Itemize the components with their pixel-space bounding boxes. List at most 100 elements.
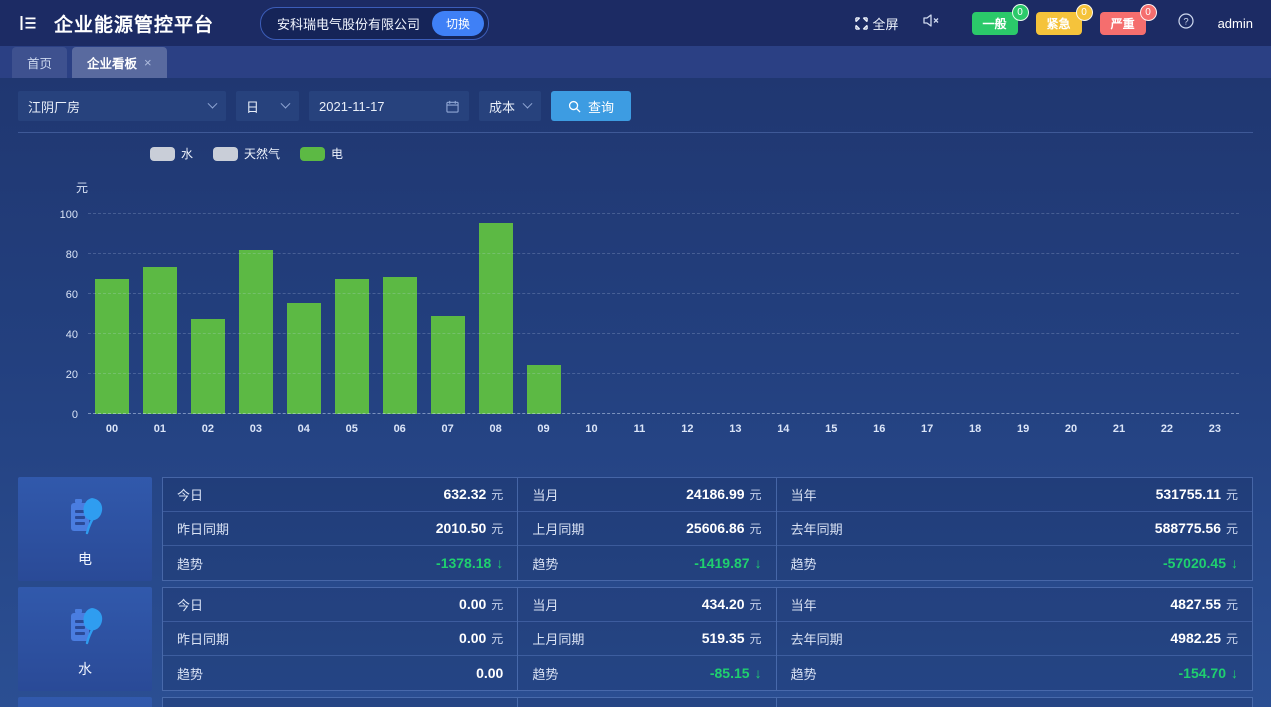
- energy-col: 当月 24186.99 元上月同期25606.86元趋势 -1419.87 ↓: [518, 478, 776, 580]
- legend-swatch: [300, 147, 325, 161]
- query-button[interactable]: 查询: [551, 91, 631, 121]
- y-tick-label: 20: [38, 369, 78, 381]
- chart-legend: 水 天然气 电: [150, 145, 1253, 162]
- mute-icon[interactable]: [923, 13, 940, 33]
- alarm-label: 一般: [983, 17, 1007, 31]
- gridline: [88, 373, 1239, 374]
- tab-bar: 首页 企业看板 ×: [0, 46, 1271, 78]
- metric-value: -57020.45↓: [1163, 555, 1238, 571]
- metric-number: 24186.99: [686, 486, 744, 502]
- metric-unit: 元: [750, 596, 762, 613]
- metric-number: -154.70: [1179, 665, 1226, 681]
- metric-label: 趋势: [177, 664, 203, 683]
- energy-metrics-grid: 今日0.00元昨日同期0.00元趋势0.00当月434.20元上月同期519.3…: [162, 587, 1253, 691]
- metric-cell: 趋势-57020.45↓: [777, 546, 1252, 580]
- gridline: [88, 293, 1239, 294]
- energy-row-水: 水今日0.00元昨日同期0.00元趋势0.00当月434.20元上月同期519.…: [18, 587, 1253, 691]
- switch-company-button[interactable]: 切换: [432, 11, 484, 36]
- bar-05[interactable]: [335, 279, 369, 414]
- metric-label: 去年同期: [791, 629, 843, 648]
- trend-down-icon: ↓: [1231, 665, 1238, 681]
- legend-swatch: [150, 147, 175, 161]
- metric-number: -1419.87: [694, 555, 749, 571]
- metric-label: 当月: [532, 595, 558, 614]
- legend-item-天然气[interactable]: 天然气: [213, 145, 280, 162]
- x-tick-label: 01: [136, 423, 184, 435]
- energy-col: 今日632.32元昨日同期2010.50元趋势-1378.18↓: [163, 478, 518, 580]
- x-tick-label: 09: [520, 423, 568, 435]
- filter-bar: 江阴厂房 日 2021-11-17 成本 查询: [18, 78, 1253, 133]
- metric-unit: 元: [1226, 596, 1238, 613]
- metric-value: 24186.99 元: [686, 486, 761, 503]
- energy-col: 今日0.00元昨日同期0.00元趋势 0.00: [163, 588, 518, 690]
- bar-slot: [88, 279, 136, 414]
- metric-cell: 昨日同期2010.50元: [163, 512, 517, 546]
- chevron-down-icon: [523, 98, 533, 108]
- metric-number: 0.00: [459, 630, 486, 646]
- metric-cell: 昨日同期0.00元: [163, 622, 517, 656]
- help-icon[interactable]: ?: [1178, 13, 1194, 34]
- bar-04[interactable]: [287, 303, 321, 414]
- energy-type-label: 电: [78, 549, 92, 569]
- y-tick-label: 80: [38, 249, 78, 261]
- alarm-badge-urgent[interactable]: 紧急 0: [1036, 12, 1082, 35]
- metric-label: 趋势: [532, 664, 558, 683]
- metric-label: 当月: [532, 485, 558, 504]
- energy-col: 当年4827.55元去年同期4982.25元趋势-154.70↓: [777, 588, 1252, 690]
- alarm-badge-normal[interactable]: 一般 0: [972, 12, 1018, 35]
- tab-home[interactable]: 首页: [12, 47, 67, 78]
- x-tick-label: 13: [711, 423, 759, 435]
- metric-cell: 今日0.00元: [163, 698, 517, 707]
- metric-cell: 今日0.00元: [163, 588, 517, 622]
- tab-label: 企业看板: [87, 53, 137, 72]
- bar-00[interactable]: [95, 279, 129, 414]
- x-tick-label: 07: [424, 423, 472, 435]
- metric-label: 当年: [791, 485, 817, 504]
- metric-number: -85.15: [710, 665, 750, 681]
- app-title: 企业能源管控平台: [54, 10, 214, 37]
- bar-06[interactable]: [383, 277, 417, 414]
- energy-row-3: 今日0.00元当月3625.58元当年45173.59元: [18, 697, 1253, 707]
- bar-07[interactable]: [431, 316, 465, 414]
- tab-close-icon[interactable]: ×: [144, 55, 152, 70]
- gridline: [88, 413, 1239, 414]
- x-tick-label: 21: [1095, 423, 1143, 435]
- x-tick-label: 12: [663, 423, 711, 435]
- metric-label: 趋势: [532, 554, 558, 573]
- alarm-count: 0: [1140, 4, 1157, 21]
- date-picker[interactable]: 2021-11-17: [309, 91, 469, 121]
- metric-cell: 上月同期25606.86元: [518, 512, 775, 546]
- metric-number: 2010.50: [436, 520, 487, 536]
- fullscreen-label: 全屏: [873, 14, 899, 33]
- alarm-badge-severe[interactable]: 严重 0: [1100, 12, 1146, 35]
- x-axis-labels: 0001020304050607080910111213141516171819…: [88, 423, 1239, 435]
- legend-item-电[interactable]: 电: [300, 145, 343, 162]
- metric-select[interactable]: 成本: [479, 91, 541, 121]
- metric-value: 632.32元: [443, 486, 503, 503]
- energy-col: 当年45173.59元: [777, 698, 1252, 707]
- menu-collapse-icon[interactable]: [18, 13, 38, 33]
- bar-03[interactable]: [239, 250, 273, 414]
- bar-08[interactable]: [479, 223, 513, 414]
- metric-cell: 趋势 -1419.87 ↓: [518, 546, 775, 580]
- metric-value: 0.00元: [459, 630, 503, 647]
- metric-unit: 元: [750, 486, 762, 503]
- metric-cell: 上月同期519.35元: [518, 622, 775, 656]
- trend-down-icon: ↓: [755, 555, 762, 571]
- site-select[interactable]: 江阴厂房: [18, 91, 226, 121]
- username[interactable]: admin: [1218, 16, 1253, 31]
- metric-label: 昨日同期: [177, 519, 229, 538]
- x-tick-label: 06: [376, 423, 424, 435]
- legend-item-水[interactable]: 水: [150, 145, 193, 162]
- metric-label: 上月同期: [532, 629, 584, 648]
- tab-enterprise-board[interactable]: 企业看板 ×: [72, 47, 167, 78]
- metric-label: 去年同期: [791, 519, 843, 538]
- fullscreen-button[interactable]: 全屏: [855, 14, 899, 33]
- metric-number: 519.35: [702, 630, 745, 646]
- legend-label: 天然气: [244, 145, 280, 162]
- metric-value: 4827.55元: [1170, 596, 1238, 613]
- metric-number: -1378.18: [436, 555, 491, 571]
- period-select[interactable]: 日: [236, 91, 299, 121]
- metric-number: 588775.56: [1155, 520, 1221, 536]
- bar-01[interactable]: [143, 267, 177, 414]
